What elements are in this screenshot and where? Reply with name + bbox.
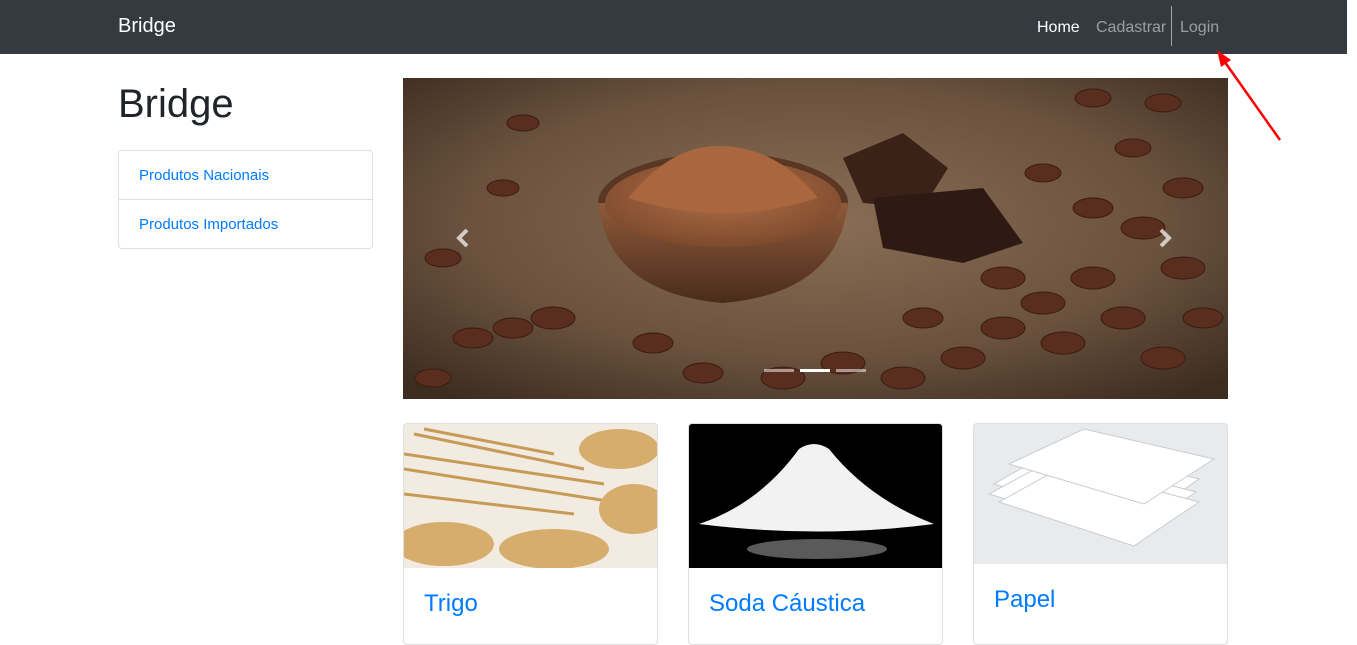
scrollbar[interactable] [1347,0,1357,629]
nav-link-home[interactable]: Home [1037,19,1080,37]
navbar: Bridge Home Cadastrar Login [0,0,1347,54]
carousel-indicator[interactable] [836,369,866,372]
carousel-indicator-active[interactable] [800,369,830,372]
carousel-slide-image [403,78,1228,399]
sidebar-item-produtos-importados[interactable]: Produtos Importados [119,199,372,248]
product-card-papel[interactable]: Papel [973,423,1228,645]
image-carousel [403,78,1228,399]
product-title-soda-caustica[interactable]: Soda Cáustica [709,590,865,618]
carousel-indicator[interactable] [764,369,794,372]
powder-image [689,424,942,568]
category-list: Produtos Nacionais Produtos Importados [118,150,373,249]
annotation-arrow-icon [1217,50,1282,141]
sidebar-title: Bridge [118,82,234,126]
product-card-soda-caustica[interactable]: Soda Cáustica [688,423,943,645]
nav-divider [1171,6,1172,46]
nav-link-cadastrar[interactable]: Cadastrar [1096,19,1166,37]
carousel-indicators [764,369,868,373]
wheat-image [404,424,657,568]
sidebar-item-produtos-nacionais[interactable]: Produtos Nacionais [119,151,372,199]
paper-stack-image [974,424,1227,564]
nav-link-login[interactable]: Login [1180,19,1219,37]
product-title-papel[interactable]: Papel [994,586,1055,614]
navbar-brand[interactable]: Bridge [118,15,176,38]
product-card-trigo[interactable]: Trigo [403,423,658,645]
product-title-trigo[interactable]: Trigo [424,590,478,618]
